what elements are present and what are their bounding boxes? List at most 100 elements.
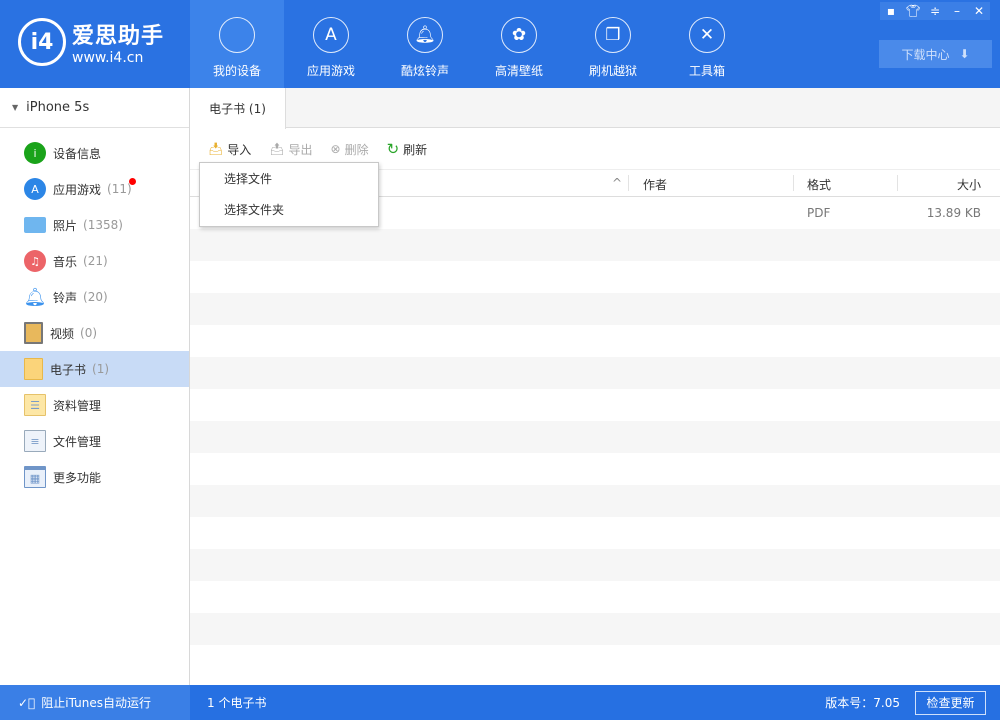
sidebar-item-ebooks[interactable]: 电子书 (1) bbox=[0, 351, 189, 387]
sidebar-item-label: 电子书 bbox=[50, 362, 87, 377]
delete-label: 删除 bbox=[344, 142, 369, 157]
app-store-icon: A bbox=[24, 178, 46, 200]
sidebar-item-music[interactable]: ♫ 音乐 (21) bbox=[0, 243, 189, 279]
menu-item-select-folder[interactable]: 选择文件夹 bbox=[200, 194, 378, 225]
device-selector[interactable]: ▼ iPhone 5s bbox=[0, 88, 189, 128]
column-divider bbox=[897, 175, 898, 191]
nav-toolbox[interactable]: ✕ 工具箱 bbox=[660, 0, 754, 88]
sidebar: ▼ iPhone 5s i 设备信息 A 应用游戏 (11) 照片 (1358) ♫ 音乐 (… bbox=[0, 88, 190, 685]
sort-asc-icon[interactable]: ^ bbox=[612, 176, 622, 190]
nav-label: 高清壁纸 bbox=[494, 64, 543, 78]
download-icon: ⬇ bbox=[959, 47, 970, 61]
refresh-label: 刷新 bbox=[403, 142, 428, 157]
tools-icon: ✕ bbox=[689, 17, 725, 53]
sidebar-item-video[interactable]: 视频 (0) bbox=[0, 315, 189, 351]
grid-icon: ▦ bbox=[24, 466, 46, 488]
device-name: iPhone 5s bbox=[26, 100, 90, 115]
nav-apps[interactable]: A 应用游戏 bbox=[284, 0, 378, 88]
sidebar-item-count: (20) bbox=[83, 290, 108, 304]
menu-item-select-file[interactable]: 选择文件 bbox=[200, 163, 378, 194]
tab-ebooks[interactable]: 电子书 (1) bbox=[190, 88, 286, 129]
sidebar-item-label: 铃声 bbox=[53, 290, 78, 305]
file-icon: ≡ bbox=[24, 430, 46, 452]
export-label: 导出 bbox=[288, 142, 313, 157]
tab-bar: 电子书 (1) bbox=[190, 88, 1000, 129]
sidebar-item-data-management[interactable]: ☰ 资料管理 bbox=[0, 387, 189, 423]
nav-label: 刷机越狱 bbox=[588, 64, 637, 78]
sidebar-item-count: (1) bbox=[92, 362, 110, 376]
export-button[interactable]: 📤︎ 导出 bbox=[269, 141, 312, 158]
skin-icon[interactable]: 👕︎ bbox=[902, 2, 924, 20]
app-store-icon: A bbox=[313, 17, 349, 53]
sidebar-item-ringtones[interactable]: 🔔︎ 铃声 (20) bbox=[0, 279, 189, 315]
delete-button[interactable]: ⊗ 删除 bbox=[331, 141, 369, 158]
nav-flash-jailbreak[interactable]: ❒ 刷机越狱 bbox=[566, 0, 660, 88]
minimize-icon[interactable]: – bbox=[946, 2, 968, 20]
sidebar-item-label: 照片 bbox=[53, 218, 78, 233]
refresh-icon: ↻ bbox=[386, 140, 400, 158]
box-icon: ❒ bbox=[595, 17, 631, 53]
close-icon[interactable]: ✕ bbox=[968, 2, 990, 20]
nav-label: 我的设备 bbox=[212, 64, 261, 78]
import-dropdown-menu: 选择文件 选择文件夹 bbox=[199, 162, 379, 227]
cell-size: 13.89 KB bbox=[926, 206, 981, 220]
sidebar-item-apps[interactable]: A 应用游戏 (11) bbox=[0, 171, 189, 207]
check-circle-icon: ✓⃝ bbox=[18, 695, 36, 710]
sidebar-item-label: 音乐 bbox=[53, 254, 78, 269]
sidebar-item-more[interactable]: ▦ 更多功能 bbox=[0, 459, 189, 495]
ebook-count: 1 个电子书 bbox=[207, 696, 267, 710]
info-icon: i bbox=[24, 142, 46, 164]
nav-label: 工具箱 bbox=[688, 64, 725, 78]
film-icon bbox=[24, 322, 43, 344]
import-button[interactable]: 📥︎ 导入 bbox=[208, 141, 251, 158]
sidebar-item-label: 文件管理 bbox=[53, 434, 102, 449]
sidebar-item-label: 视频 bbox=[50, 326, 75, 341]
feedback-icon[interactable]: ▪ bbox=[880, 2, 902, 20]
import-icon: 📥︎ bbox=[208, 142, 224, 156]
nav-my-device[interactable]: 我的设备 bbox=[190, 0, 284, 88]
contacts-icon: ☰ bbox=[24, 394, 46, 416]
cell-format: PDF bbox=[807, 206, 831, 220]
logo: i4 爱思助手 www.i4.cn bbox=[18, 18, 164, 66]
delete-icon: ⊗ bbox=[330, 142, 341, 156]
column-divider bbox=[793, 175, 794, 191]
check-update-button[interactable]: 检查更新 bbox=[915, 690, 986, 715]
sidebar-item-photos[interactable]: 照片 (1358) bbox=[0, 207, 189, 243]
column-format[interactable]: 格式 bbox=[807, 176, 831, 193]
nav-ringtones[interactable]: 🔔︎ 酷炫铃声 bbox=[378, 0, 472, 88]
logo-name: 爱思助手 bbox=[72, 24, 165, 49]
sidebar-item-count: (0) bbox=[80, 326, 98, 340]
export-icon: 📤︎ bbox=[269, 142, 285, 156]
block-itunes-label: 阻止iTunes自动运行 bbox=[41, 696, 151, 710]
logo-url: www.i4.cn bbox=[72, 50, 144, 66]
header: i4 爱思助手 www.i4.cn 我的设备 A 应用游戏 🔔︎ 酷炫铃声 ✿ 高清壁纸… bbox=[0, 0, 1000, 88]
music-icon: ♫ bbox=[24, 250, 46, 272]
block-itunes-toggle[interactable]: ✓⃝ 阻止iTunes自动运行 bbox=[0, 685, 190, 720]
column-size[interactable]: 大小 bbox=[957, 176, 981, 193]
sidebar-item-label: 更多功能 bbox=[53, 470, 102, 485]
logo-mark: i4 bbox=[18, 18, 66, 66]
download-center-button[interactable]: 下载中心 ⬇ bbox=[879, 40, 992, 68]
book-icon bbox=[24, 358, 43, 380]
download-center-label: 下载中心 bbox=[901, 47, 950, 62]
window-controls: ▪ 👕︎ ≑ – ✕ bbox=[880, 2, 990, 20]
triangle-down-icon: ▼ bbox=[12, 103, 19, 112]
import-label: 导入 bbox=[227, 142, 252, 157]
refresh-button[interactable]: ↻ 刷新 bbox=[387, 140, 428, 158]
sidebar-item-label: 应用游戏 bbox=[53, 182, 102, 197]
sidebar-item-count: (1358) bbox=[83, 218, 123, 232]
nav-wallpapers[interactable]: ✿ 高清壁纸 bbox=[472, 0, 566, 88]
column-divider bbox=[628, 175, 629, 191]
menu-icon[interactable]: ≑ bbox=[924, 2, 946, 20]
ebook-table: ^ 作者 格式 大小 PDF 13.89 KB bbox=[190, 169, 1000, 685]
column-author[interactable]: 作者 bbox=[643, 176, 667, 193]
bell-icon: 🔔︎ bbox=[23, 286, 47, 308]
sidebar-item-file-management[interactable]: ≡ 文件管理 bbox=[0, 423, 189, 459]
sidebar-item-count: (11) bbox=[107, 182, 132, 196]
version-label: 版本号：7.05 bbox=[825, 696, 900, 710]
sidebar-item-device-info[interactable]: i 设备信息 bbox=[0, 135, 189, 171]
toolbar: 📥︎ 导入 📤︎ 导出 ⊗ 删除 ↻ 刷新 bbox=[190, 137, 427, 161]
nav-label: 酷炫铃声 bbox=[400, 64, 449, 78]
sidebar-item-label: 设备信息 bbox=[53, 146, 102, 161]
apple-icon bbox=[219, 17, 255, 53]
